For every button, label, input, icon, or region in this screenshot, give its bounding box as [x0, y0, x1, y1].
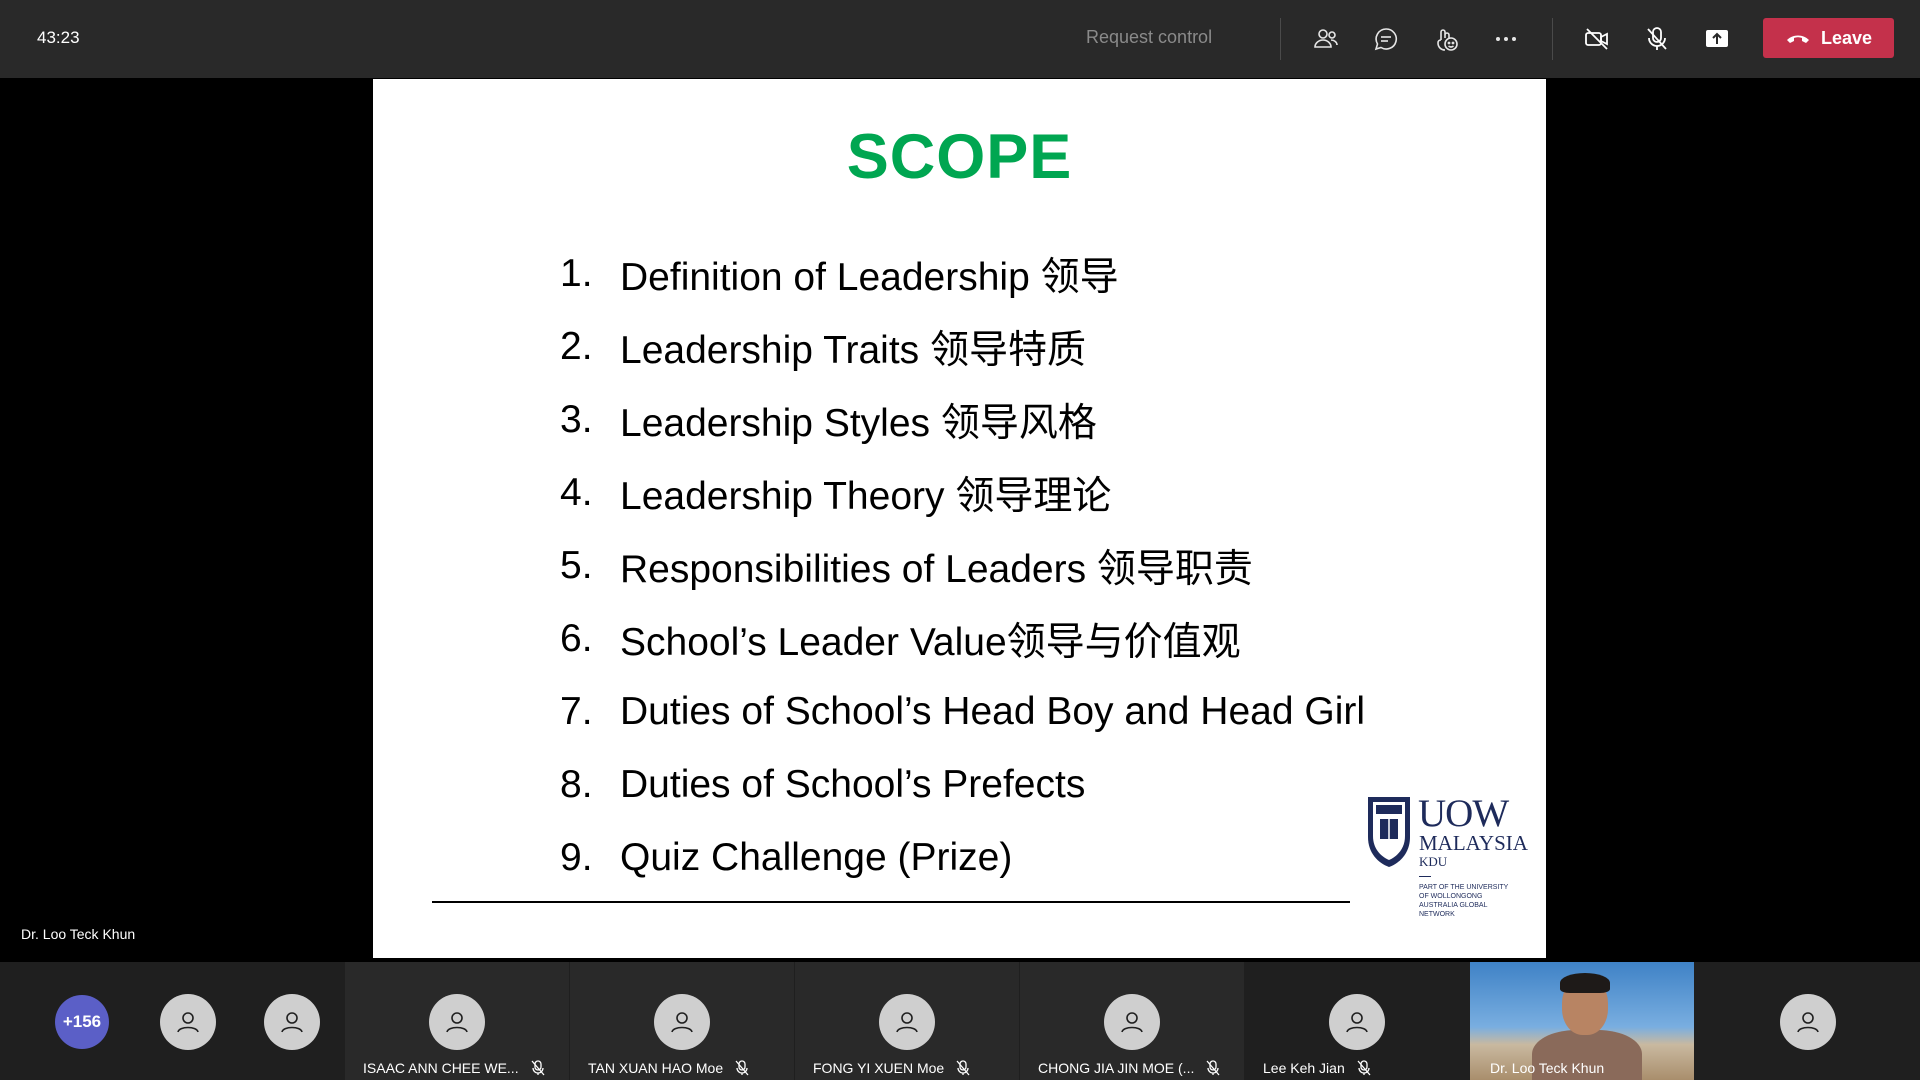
- item-number: 5.: [560, 543, 593, 587]
- avatar[interactable]: [160, 994, 216, 1050]
- item-text: Leadership Styles 领导风格: [620, 401, 1097, 445]
- avatar: [1329, 994, 1385, 1050]
- item-number: 4.: [560, 470, 593, 514]
- person-icon: [896, 1012, 918, 1033]
- participant-name-row: FONG YI XUEN Moe: [813, 1060, 970, 1076]
- participant-name: ISAAC ANN CHEE WE...: [363, 1060, 519, 1076]
- participant-name: FONG YI XUEN Moe: [813, 1060, 945, 1076]
- leave-button[interactable]: Leave: [1763, 18, 1894, 58]
- person-icon: [1121, 1012, 1143, 1033]
- mic-off-icon: [956, 1060, 970, 1076]
- participant-tile[interactable]: FONG YI XUEN Moe: [795, 962, 1019, 1080]
- logo-uow-text: UOW: [1418, 792, 1509, 835]
- list-item: 5. Responsibilities of Leaders 领导职责: [560, 529, 1365, 602]
- person-icon: [1797, 1012, 1819, 1033]
- request-control-button[interactable]: Request control: [1086, 27, 1212, 48]
- item-number: 2.: [560, 324, 593, 368]
- overflow-participants-button[interactable]: +156: [55, 995, 109, 1049]
- leave-label: Leave: [1820, 27, 1873, 48]
- item-text: Duties of School’s Head Boy and Head Gir…: [620, 689, 1366, 733]
- more-icon[interactable]: [1487, 20, 1525, 58]
- person-icon: [1346, 1012, 1368, 1033]
- list-item: 7. Duties of School’s Head Boy and Head G…: [560, 675, 1365, 748]
- item-text: Definition of Leadership 领导: [620, 255, 1119, 299]
- meeting-timer: 43:23: [37, 28, 80, 47]
- item-text: Leadership Traits 领导特质: [620, 328, 1087, 372]
- avatar: [654, 994, 710, 1050]
- toolbar-divider: [1280, 18, 1281, 60]
- participant-name-row: CHONG JIA JIN MOE (...: [1038, 1060, 1220, 1076]
- avatar[interactable]: [264, 994, 320, 1050]
- list-item: 8. Duties of School’s Prefects: [560, 748, 1365, 821]
- slide-divider: [432, 901, 1350, 903]
- person-icon: [177, 1012, 199, 1033]
- list-item: 4. Leadership Theory 领导理论: [560, 456, 1365, 529]
- item-number: 8.: [560, 762, 593, 806]
- person-icon: [671, 1012, 693, 1033]
- item-number: 1.: [560, 251, 593, 295]
- list-item: 3. Leadership Styles 领导风格: [560, 383, 1365, 456]
- item-text: Quiz Challenge (Prize): [620, 835, 1013, 879]
- participant-tile[interactable]: ISAAC ANN CHEE WE...: [345, 962, 569, 1080]
- item-number: 6.: [560, 616, 593, 660]
- list-item: 6. School’s Leader Value领导与价值观: [560, 602, 1365, 675]
- reactions-icon[interactable]: [1427, 20, 1465, 58]
- mic-off-icon: [735, 1060, 749, 1076]
- mic-off-icon[interactable]: [1638, 20, 1676, 58]
- avatar: [879, 994, 935, 1050]
- chat-icon[interactable]: [1367, 20, 1405, 58]
- participant-name: Lee Keh Jian: [1263, 1060, 1345, 1076]
- list-item: 2. Leadership Traits 领导特质: [560, 310, 1365, 383]
- slide-title: SCOPE: [846, 122, 1073, 192]
- item-text: Responsibilities of Leaders 领导职责: [620, 547, 1253, 591]
- item-number: 9.: [560, 835, 593, 879]
- hang-up-icon: [1786, 35, 1809, 43]
- participant-name: CHONG JIA JIN MOE (...: [1038, 1060, 1195, 1076]
- avatar: [1104, 994, 1160, 1050]
- share-icon[interactable]: [1698, 20, 1736, 58]
- logo-network-text: PART OF THE UNIVERSITY OF WOLLONGONG AUS…: [1419, 884, 1509, 918]
- presentation-slide: SCOPE 1. Definition of Leadership 领导 2. Le…: [373, 79, 1546, 958]
- participant-tile[interactable]: Lee Keh Jian: [1245, 962, 1469, 1080]
- participant-name: TAN XUAN HAO Moe: [588, 1060, 724, 1076]
- person-icon: [281, 1012, 303, 1033]
- scope-list: 1. Definition of Leadership 领导 2. Leadersh…: [560, 237, 1365, 894]
- mic-off-icon: [1357, 1060, 1371, 1076]
- video-participant-name: Dr. Loo Teck Khun: [1490, 1060, 1605, 1076]
- logo-dash: [1419, 876, 1431, 877]
- logo-kdu-text: KDU: [1419, 854, 1448, 869]
- participant-tile[interactable]: TAN XUAN HAO Moe: [570, 962, 794, 1080]
- avatar: [429, 994, 485, 1050]
- avatar[interactable]: [1780, 994, 1836, 1050]
- item-text: School’s Leader Value领导与价值观: [620, 620, 1241, 664]
- list-item: 9. Quiz Challenge (Prize): [560, 821, 1365, 894]
- people-icon[interactable]: [1307, 20, 1345, 58]
- mic-off-icon: [1206, 1060, 1220, 1076]
- toolbar-divider: [1552, 18, 1553, 60]
- person-icon: [446, 1012, 468, 1033]
- item-text: Leadership Theory 领导理论: [620, 474, 1112, 518]
- participant-tile[interactable]: CHONG JIA JIN MOE (...: [1020, 962, 1244, 1080]
- item-number: 3.: [560, 397, 593, 441]
- participant-name-row: Lee Keh Jian: [1263, 1060, 1371, 1076]
- presenter-video-tile[interactable]: Dr. Loo Teck Khun: [1470, 962, 1694, 1080]
- uow-malaysia-logo: UOW MALAYSIA KDU PART OF THE UNIVERSITY …: [1366, 791, 1528, 941]
- item-number: 7.: [560, 689, 593, 733]
- logo-malaysia-text: MALAYSIA: [1419, 831, 1528, 855]
- crest-icon: [1368, 797, 1410, 867]
- mic-off-icon: [531, 1060, 545, 1076]
- participant-name-row: TAN XUAN HAO Moe: [588, 1060, 749, 1076]
- participant-name-row: ISAAC ANN CHEE WE...: [363, 1060, 545, 1076]
- camera-off-icon[interactable]: [1578, 20, 1616, 58]
- list-item: 1. Definition of Leadership 领导: [560, 237, 1365, 310]
- video-person-hair: [1560, 973, 1610, 993]
- presenter-name-label: Dr. Loo Teck Khun: [21, 926, 136, 942]
- meeting-toolbar: 43:23 Request control Leave: [0, 0, 1920, 78]
- item-text: Duties of School’s Prefects: [620, 762, 1086, 806]
